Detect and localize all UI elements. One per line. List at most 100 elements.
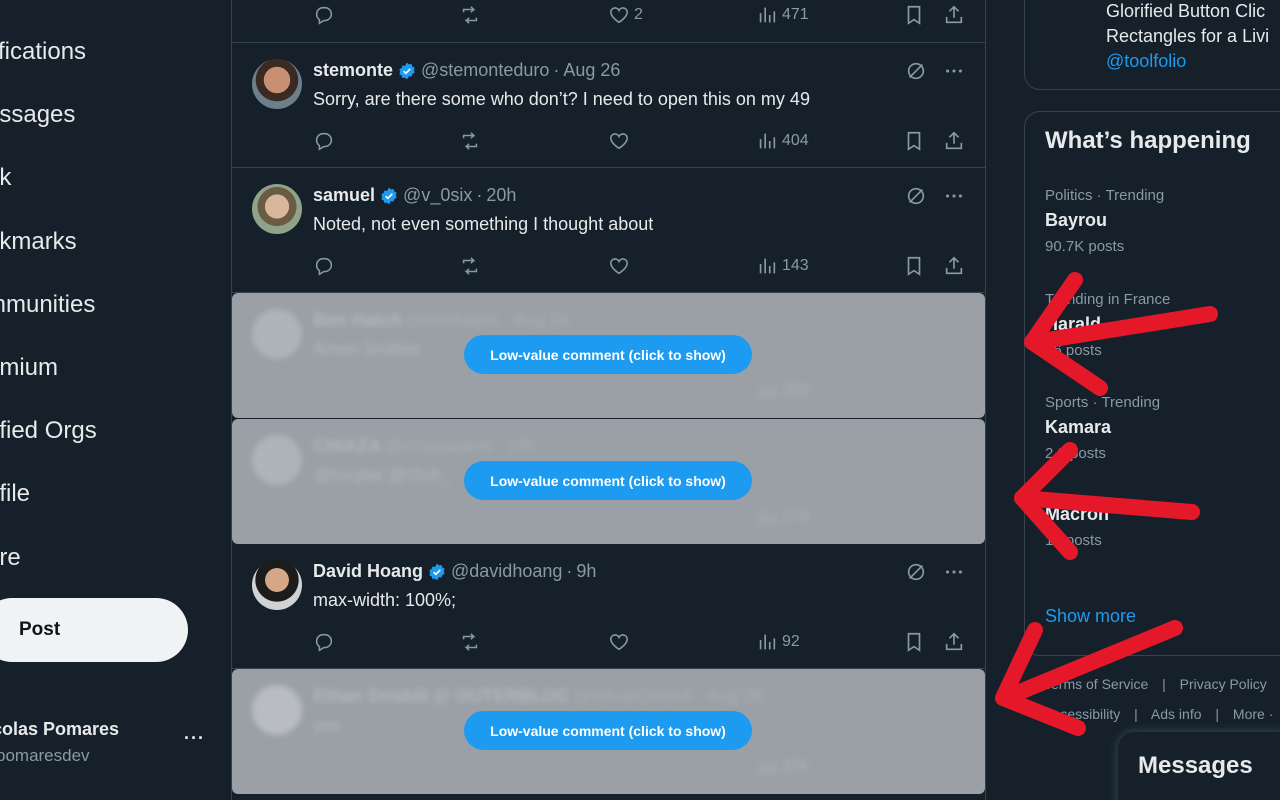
- reply-button[interactable]: [313, 627, 335, 657]
- card-bio-line: Glorified Button Clic: [1106, 1, 1266, 21]
- reply-icon: [315, 257, 333, 276]
- author-name: CHIAZA: [313, 436, 381, 456]
- more-options-icon[interactable]: [943, 60, 965, 82]
- avatar[interactable]: [252, 59, 302, 109]
- trend-count: 16 posts: [1045, 532, 1102, 549]
- nav-profile[interactable]: ofile: [0, 480, 30, 508]
- show-low-value-comment-button[interactable]: Low-value comment (click to show): [464, 335, 752, 374]
- timestamp[interactable]: 20h: [486, 185, 516, 206]
- views-button[interactable]: 471: [756, 0, 809, 30]
- timestamp[interactable]: 9h: [576, 561, 596, 582]
- views-button[interactable]: 92: [756, 627, 800, 657]
- timestamp: 16h: [506, 436, 537, 456]
- reply-button[interactable]: [313, 251, 335, 281]
- card-bio-line: Rectangles for a Livi: [1106, 26, 1270, 46]
- tweet-top-icons: [905, 185, 965, 207]
- post-button[interactable]: Post: [0, 598, 188, 662]
- nav-notifications[interactable]: tifications: [0, 38, 86, 66]
- nav-verified-orgs[interactable]: rified Orgs: [0, 417, 97, 445]
- author-handle[interactable]: @v_0six: [403, 185, 472, 206]
- like-button[interactable]: 2: [608, 0, 643, 30]
- tweet-partial[interactable]: 2 471: [232, 0, 985, 43]
- hidden-tweet[interactable]: Ethan Driskill @ OUTERBLOC @EthanDriskil…: [232, 669, 985, 794]
- show-low-value-comment-button[interactable]: Low-value comment (click to show): [464, 461, 752, 500]
- bookmark-button[interactable]: [903, 627, 925, 657]
- like-button[interactable]: [608, 126, 630, 156]
- nav-messages[interactable]: essages: [0, 101, 75, 129]
- tweet-text: Amen brother: [313, 339, 423, 359]
- trend-item[interactable]: Sports · Trending Kamara 2.9 posts: [1045, 394, 1160, 462]
- nav-grok[interactable]: ok: [0, 164, 11, 192]
- views-button[interactable]: 404: [756, 126, 809, 156]
- card-link[interactable]: @toolfolio: [1106, 51, 1186, 72]
- separator: ·: [496, 436, 503, 456]
- author-name[interactable]: David Hoang: [313, 561, 423, 582]
- author-handle[interactable]: @davidhoang: [451, 561, 562, 582]
- avatar[interactable]: [252, 560, 302, 610]
- trend-item[interactable]: Macron 16 posts: [1045, 498, 1109, 549]
- terms-link[interactable]: Terms of Service: [1044, 676, 1148, 692]
- timestamp[interactable]: Aug 26: [563, 60, 620, 81]
- bookmark-button[interactable]: [903, 251, 925, 281]
- author-name[interactable]: stemonte: [313, 60, 393, 81]
- show-low-value-comment-button[interactable]: Low-value comment (click to show): [464, 711, 752, 750]
- nav-communities[interactable]: mmunities: [0, 291, 95, 319]
- nav-more[interactable]: ore: [0, 544, 21, 572]
- avatar[interactable]: [252, 184, 302, 234]
- verified-badge-icon: [381, 187, 397, 204]
- views-button: 174: [756, 502, 809, 532]
- timeline: 2 471 stemonte @stemonteduro · Aug 26 So…: [231, 0, 986, 800]
- bookmark-icon: [907, 632, 921, 652]
- ads-info-link[interactable]: Ads info: [1151, 706, 1202, 722]
- hidden-tweet[interactable]: Ben Hatch @b3nhatch · Aug 26 Amen brothe…: [232, 293, 985, 418]
- retweet-button[interactable]: [459, 627, 481, 657]
- more-options-icon[interactable]: [943, 185, 965, 207]
- reply-button[interactable]: [313, 0, 335, 30]
- footer-links: Accessibility | Ads info | More ·: [1044, 706, 1280, 722]
- retweet-button[interactable]: [459, 251, 481, 281]
- bookmark-button[interactable]: [903, 126, 925, 156]
- grok-icon[interactable]: [905, 60, 927, 82]
- share-button[interactable]: [943, 251, 965, 281]
- bookmark-button[interactable]: [903, 0, 925, 30]
- tweet-text: @tunjilat @t3ch_: [313, 465, 451, 485]
- like-button[interactable]: [608, 627, 630, 657]
- more-options-icon[interactable]: [943, 561, 965, 583]
- messages-drawer[interactable]: Messages: [1118, 732, 1280, 800]
- retweet-button[interactable]: [459, 0, 481, 30]
- share-button[interactable]: [943, 0, 965, 30]
- share-button[interactable]: [943, 126, 965, 156]
- trend-count: 16 posts: [1045, 342, 1102, 359]
- tweet[interactable]: samuel @v_0six · 20h Noted, not even som…: [232, 168, 985, 293]
- whats-happening-panel: What’s happening Politics · Trending Bay…: [1024, 111, 1280, 656]
- nav-bookmarks[interactable]: okmarks: [0, 228, 77, 256]
- grok-icon[interactable]: [905, 185, 927, 207]
- tweet[interactable]: stemonte @stemonteduro · Aug 26 Sorry, a…: [232, 43, 985, 168]
- retweet-button[interactable]: [459, 126, 481, 156]
- more-link[interactable]: More ·: [1233, 706, 1273, 722]
- hidden-tweet[interactable]: CHIAZA @chiazaokoli · 16h @tunjilat @t3c…: [232, 419, 985, 544]
- nav-premium[interactable]: emium: [0, 354, 58, 382]
- accessibility-link[interactable]: Accessibility: [1044, 706, 1120, 722]
- heart-icon: [610, 634, 628, 651]
- account-handle[interactable]: pomaresdev: [0, 746, 90, 766]
- account-more-icon[interactable]: ···: [184, 728, 205, 749]
- account-name[interactable]: colas Pomares: [0, 719, 119, 740]
- author-name[interactable]: samuel: [313, 185, 375, 206]
- tweet-text: Sorry, are there some who don’t? I need …: [313, 89, 810, 109]
- views-icon: [759, 7, 776, 23]
- privacy-link[interactable]: Privacy Policy: [1180, 676, 1267, 692]
- grok-icon[interactable]: [905, 561, 927, 583]
- trend-item[interactable]: Trending in France Harald 16 posts: [1045, 291, 1170, 359]
- share-icon: [945, 131, 963, 150]
- tweet[interactable]: David Hoang @davidhoang · 9h max-width: …: [232, 544, 985, 669]
- author-handle[interactable]: @stemonteduro: [421, 60, 549, 81]
- messages-drawer-title: Messages: [1138, 752, 1253, 779]
- author-handle: @chiazaokoli: [385, 436, 493, 456]
- reply-button[interactable]: [313, 126, 335, 156]
- show-more-link[interactable]: Show more: [1045, 606, 1136, 627]
- share-button[interactable]: [943, 627, 965, 657]
- trend-item[interactable]: Politics · Trending Bayrou 90.7K posts: [1045, 187, 1164, 255]
- like-button[interactable]: [608, 251, 630, 281]
- views-button[interactable]: 143: [756, 251, 809, 281]
